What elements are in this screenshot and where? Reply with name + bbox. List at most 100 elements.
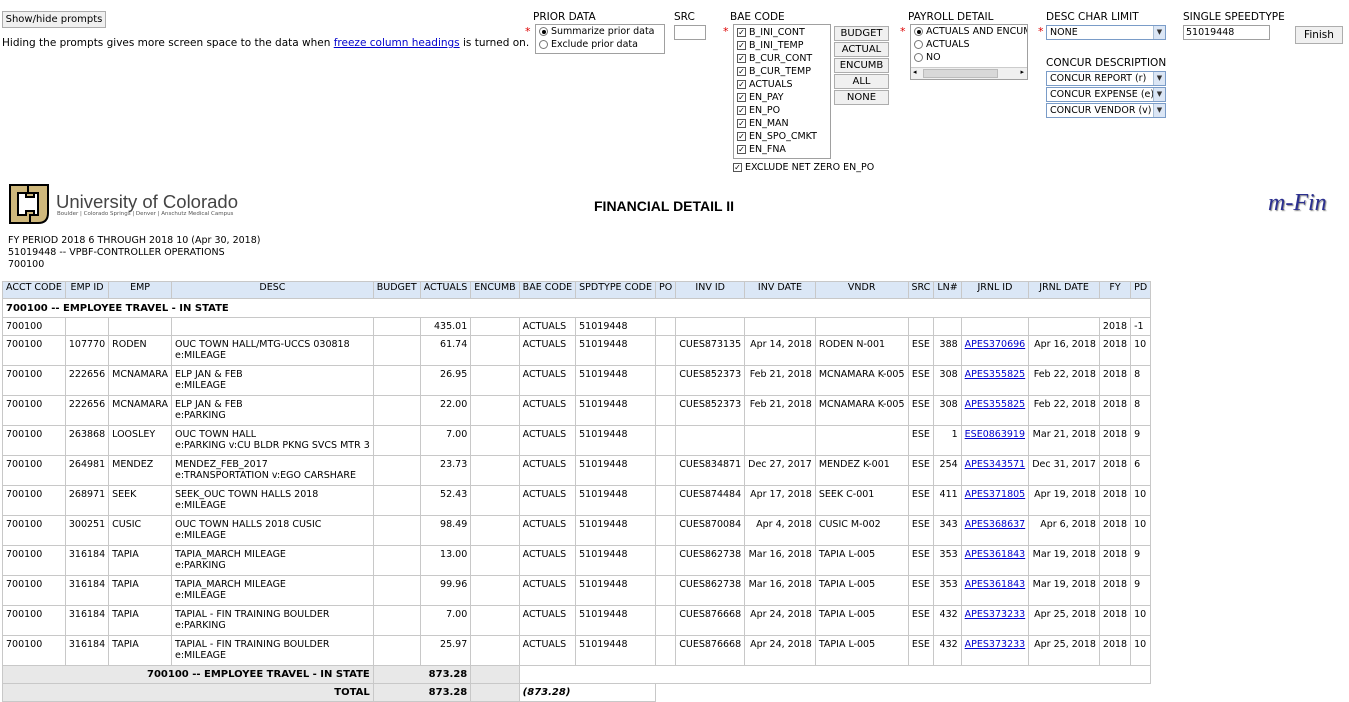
- journal-link[interactable]: APES371805: [965, 489, 1026, 500]
- bae-code-item[interactable]: ✓ B_CUR_TEMP: [734, 65, 830, 78]
- bae-cell: ACTUALS: [518, 425, 577, 456]
- payroll-option[interactable]: ACTUALS AND ENCUMB: [911, 25, 1027, 38]
- bae-code-item[interactable]: ✓ EN_SPO_CMKT: [734, 130, 830, 143]
- encumb-cell: [470, 605, 520, 636]
- bae-cell: ACTUALS: [518, 365, 577, 396]
- bae-budget-button[interactable]: BUDGET: [834, 26, 889, 41]
- radio-icon[interactable]: [539, 40, 548, 49]
- concur-vendor-select[interactable]: CONCUR VENDOR (v) ▼: [1046, 103, 1166, 118]
- invdate-cell: Apr 24, 2018: [744, 635, 816, 666]
- radio-icon[interactable]: [914, 40, 923, 49]
- bae-code-item[interactable]: ✓ B_INI_CONT: [734, 26, 830, 39]
- exclude-net-zero-checkbox[interactable]: ✓ EXCLUDE NET ZERO EN_PO: [730, 161, 874, 174]
- journal-link[interactable]: APES368637: [965, 519, 1026, 530]
- prior-data-option[interactable]: Summarize prior data: [536, 25, 664, 38]
- journal-link[interactable]: APES361843: [965, 579, 1026, 590]
- checkbox-checked-icon[interactable]: ✓: [737, 80, 746, 89]
- budget-cell: [372, 605, 421, 636]
- scroll-right-icon[interactable]: ▸: [1020, 68, 1024, 76]
- bae-encumb-button[interactable]: ENCUMB: [834, 58, 889, 73]
- bae-code-item[interactable]: ✓ EN_MAN: [734, 117, 830, 130]
- chevron-down-icon[interactable]: ▼: [1153, 88, 1165, 101]
- single-speedtype-input[interactable]: 51019448: [1183, 25, 1270, 40]
- scrollbar-thumb[interactable]: [923, 69, 998, 78]
- invdate-cell: Mar 16, 2018: [744, 575, 816, 606]
- journal-link[interactable]: APES355825: [965, 399, 1026, 410]
- chevron-down-icon[interactable]: ▼: [1153, 72, 1165, 85]
- src-input[interactable]: [674, 25, 706, 40]
- bae-actual-button[interactable]: ACTUAL: [834, 42, 889, 57]
- src-cell: ESE: [907, 605, 935, 636]
- checkbox-checked-icon[interactable]: ✓: [737, 93, 746, 102]
- scroll-left-icon[interactable]: ◂: [913, 68, 917, 76]
- checkbox-checked-icon[interactable]: ✓: [737, 28, 746, 37]
- pd-cell: 9: [1130, 545, 1152, 576]
- prior-data-option[interactable]: Exclude prior data: [536, 38, 664, 51]
- desc-cell: [170, 317, 374, 336]
- pd-cell: 9: [1130, 425, 1152, 456]
- table-row: 700100 268971 SEEK SEEK_OUC TOWN HALLS 2018…: [2, 485, 1152, 516]
- payroll-option[interactable]: ACTUALS: [911, 38, 1027, 51]
- horizontal-scrollbar[interactable]: ◂ ▸: [911, 67, 1027, 79]
- bae-code-item[interactable]: ✓ EN_PAY: [734, 91, 830, 104]
- column-header: SRC: [907, 281, 935, 299]
- journal-link[interactable]: APES370696: [965, 339, 1026, 350]
- vndr-cell: RODEN N-001: [814, 335, 909, 366]
- chevron-down-icon[interactable]: ▼: [1153, 26, 1165, 39]
- checkbox-checked-icon[interactable]: ✓: [737, 145, 746, 154]
- checkbox-checked-icon[interactable]: ✓: [737, 54, 746, 63]
- bae-code-item[interactable]: ✓ EN_PO: [734, 104, 830, 117]
- column-header: INV DATE: [744, 281, 816, 299]
- radio-selected-icon[interactable]: [914, 27, 923, 36]
- payroll-option[interactable]: NO: [911, 51, 1027, 64]
- desc-char-limit-select[interactable]: NONE ▼: [1046, 25, 1166, 40]
- journal-link[interactable]: APES355825: [965, 369, 1026, 380]
- desc-cell: TAPIAL - FIN TRAINING BOULDER e:PARKING: [170, 605, 374, 636]
- journal-link[interactable]: APES343571: [965, 459, 1026, 470]
- empid-cell: 316184: [64, 605, 110, 636]
- empid-cell: 263868: [64, 425, 110, 456]
- bae-code-item[interactable]: ✓ B_INI_TEMP: [734, 39, 830, 52]
- journal-link[interactable]: APES373233: [965, 609, 1026, 620]
- checkbox-checked-icon[interactable]: ✓: [737, 132, 746, 141]
- spd-cell: 51019448: [575, 635, 657, 666]
- journal-link[interactable]: APES361843: [965, 549, 1026, 560]
- src-cell: ESE: [907, 515, 935, 546]
- emp-cell: LOOSLEY: [108, 425, 172, 456]
- journal-link[interactable]: APES373233: [965, 639, 1026, 650]
- src-cell: ESE: [907, 455, 935, 486]
- item-label: EN_PAY: [749, 92, 784, 103]
- checkbox-checked-icon[interactable]: ✓: [737, 67, 746, 76]
- inv-cell: CUES876668: [675, 635, 746, 666]
- desc-line: TAPIAL - FIN TRAINING BOULDER: [174, 639, 330, 650]
- bae-code-item[interactable]: ✓ EN_FNA: [734, 143, 830, 156]
- checkbox-checked-icon[interactable]: ✓: [737, 106, 746, 115]
- concur-report-select[interactable]: CONCUR REPORT (r) ▼: [1046, 71, 1166, 86]
- payroll-detail-label: PAYROLL DETAIL: [908, 11, 994, 23]
- radio-selected-icon[interactable]: [539, 27, 548, 36]
- inv-cell: CUES876668: [675, 605, 746, 636]
- concur-expense-select[interactable]: CONCUR EXPENSE (e) ▼: [1046, 87, 1166, 102]
- subtotal-actuals: 873.28: [372, 665, 472, 684]
- bae-code-item[interactable]: ✓ B_CUR_CONT: [734, 52, 830, 65]
- bae-code-item[interactable]: ✓ ACTUALS: [734, 78, 830, 91]
- fy-cell: 2018: [1098, 365, 1132, 396]
- checkbox-checked-icon[interactable]: ✓: [737, 41, 746, 50]
- bae-none-button[interactable]: NONE: [834, 90, 889, 105]
- checkbox-checked-icon[interactable]: ✓: [733, 163, 742, 172]
- journal-link[interactable]: ESE0863919: [965, 429, 1025, 440]
- university-name: University of Colorado: [56, 191, 238, 212]
- bae-all-button[interactable]: ALL: [834, 74, 889, 89]
- radio-icon[interactable]: [914, 53, 923, 62]
- desc-line: ELP JAN & FEB: [174, 369, 243, 380]
- freeze-column-headings-link[interactable]: freeze column headings: [334, 37, 460, 49]
- src-cell: ESE: [907, 575, 935, 606]
- column-header: ENCUMB: [470, 281, 520, 299]
- desc-detail-line: e:MILEAGE: [174, 380, 227, 391]
- desc-cell: ELP JAN & FEB e:PARKING: [170, 395, 374, 426]
- finish-button[interactable]: Finish: [1295, 26, 1343, 44]
- chevron-down-icon[interactable]: ▼: [1153, 104, 1165, 117]
- show-hide-prompts-button[interactable]: Show/hide prompts: [2, 11, 106, 28]
- src-label: SRC: [674, 11, 695, 23]
- checkbox-checked-icon[interactable]: ✓: [737, 119, 746, 128]
